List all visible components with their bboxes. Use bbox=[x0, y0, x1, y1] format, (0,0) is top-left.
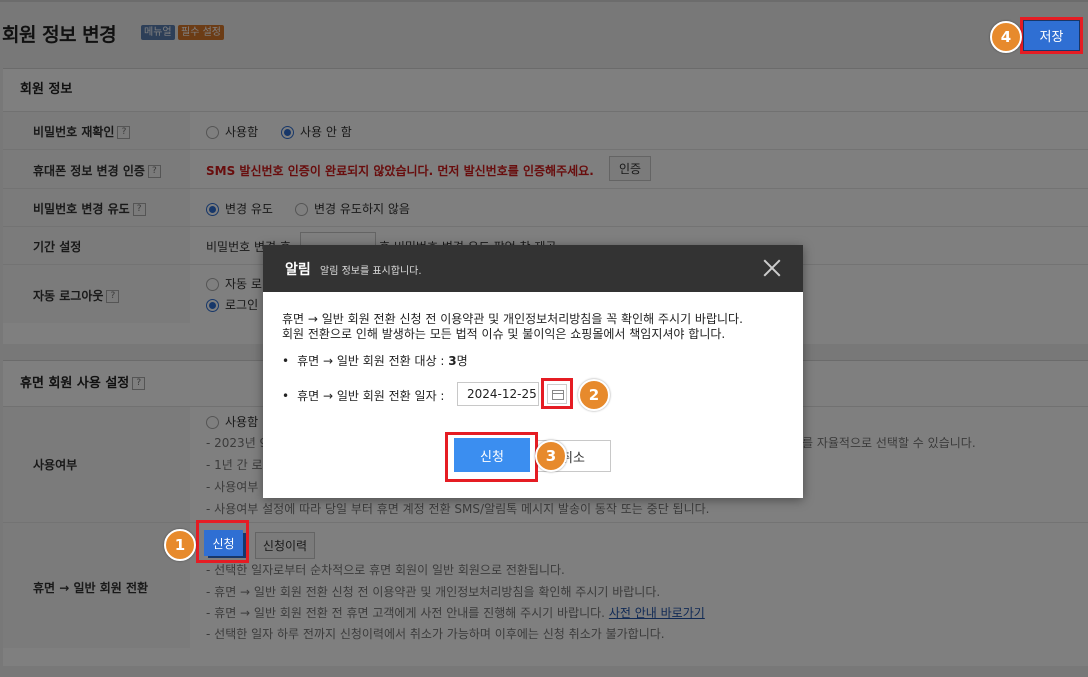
alert-modal: 알림 알림 정보를 표시합니다. 휴면 → 일반 회원 전환 신청 전 이용약관… bbox=[263, 245, 803, 498]
target-count: 3 bbox=[448, 354, 457, 368]
convert-apply-button-highlighted[interactable]: 신청 bbox=[204, 530, 243, 556]
save-button-highlighted[interactable]: 저장 bbox=[1024, 21, 1079, 50]
modal-date-label: 휴면 → 일반 회원 전환 일자 : bbox=[282, 387, 444, 404]
step-badge-1: 1 bbox=[164, 529, 196, 561]
modal-subtitle: 알림 정보를 표시합니다. bbox=[320, 266, 422, 277]
step-badge-2: 2 bbox=[578, 379, 610, 411]
modal-target: 휴면 → 일반 회원 전환 대상 : 3명 bbox=[282, 352, 468, 369]
modal-apply-button[interactable]: 신청 bbox=[454, 438, 530, 472]
calendar-icon[interactable] bbox=[547, 384, 567, 404]
conversion-date-input[interactable]: 2024-12-25 bbox=[457, 382, 539, 406]
step-badge-4: 4 bbox=[990, 21, 1022, 53]
close-icon[interactable] bbox=[761, 257, 783, 279]
step-badge-3: 3 bbox=[535, 440, 567, 472]
modal-title: 알림 bbox=[285, 262, 311, 278]
modal-header: 알림 알림 정보를 표시합니다. bbox=[263, 245, 803, 292]
modal-line-2: 회원 전환으로 인해 발생하는 모든 법적 이슈 및 불이익은 쇼핑몰에서 책임… bbox=[282, 327, 726, 341]
